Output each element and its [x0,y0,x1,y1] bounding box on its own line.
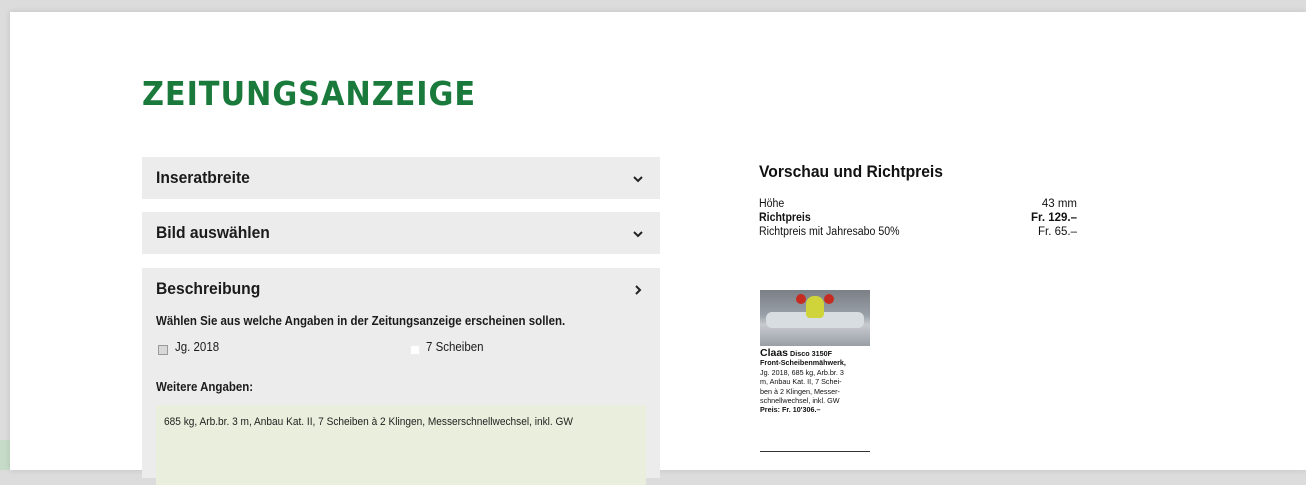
ad-photo [760,290,870,346]
checkbox-jg[interactable] [158,345,168,355]
more-info-label: Weitere Angaben: [156,380,254,394]
content-card: ZEITUNGSANZEIGE Inseratbreite Bild auswä… [10,12,1306,485]
chevron-right-icon[interactable] [630,282,646,298]
accordion-label[interactable]: Beschreibung [156,279,260,299]
ad-line: m, Anbau Kat. II, 7 Schei- [760,377,842,387]
row-label: Richtpreis mit Jahresabo 50% [759,226,900,238]
row-label: Richtpreis [759,212,811,224]
option-label-scheiben: 7 Scheiben [426,340,484,354]
option-label-jg: Jg. 2018 [175,340,220,354]
accordion-label: Inseratbreite [156,168,250,187]
accordion-bild-auswaehlen[interactable]: Bild auswählen [142,212,660,254]
page-title: ZEITUNGSANZEIGE [142,74,477,113]
ad-line: Front-Scheibenmähwerk, [760,358,846,368]
checkbox-scheiben[interactable] [410,345,420,355]
accordion-beschreibung: Beschreibung Wählen Sie aus welche Angab… [142,268,660,485]
row-value: 43 mm [1041,198,1077,210]
accordion-inseratbreite[interactable]: Inseratbreite [142,157,660,199]
more-info-textarea[interactable]: 685 kg, Arb.br. 3 m, Anbau Kat. II, 7 Sc… [156,405,646,485]
ad-price: Preis: Fr. 10'306.– [760,405,821,415]
chevron-down-icon [630,171,646,187]
row-value: Fr. 65.– [1038,226,1077,238]
description-instruction: Wählen Sie aus welche Angaben in der Zei… [156,314,566,328]
more-info-value: 685 kg, Arb.br. 3 m, Anbau Kat. II, 7 Sc… [164,416,573,428]
row-label: Höhe [759,198,785,210]
chevron-down-icon [630,226,646,242]
ad-line: schnellwechsel, inkl. GW [760,396,840,406]
accordion-label: Bild auswählen [156,223,270,242]
ad-line: Jg. 2018, 685 kg, Arb.br. 3 [760,367,844,377]
preview-title: Vorschau und Richtpreis [759,162,943,181]
ad-text: Claas Disco 3150F Front-Scheibenmähwerk,… [760,347,872,415]
ad-divider [760,451,870,452]
ad-model: Disco 3150F [790,349,832,358]
ad-brand: Claas [760,347,789,359]
ad-line: ben à 2 Klingen, Messer- [760,386,840,396]
row-value: Fr. 129.– [1030,212,1077,224]
